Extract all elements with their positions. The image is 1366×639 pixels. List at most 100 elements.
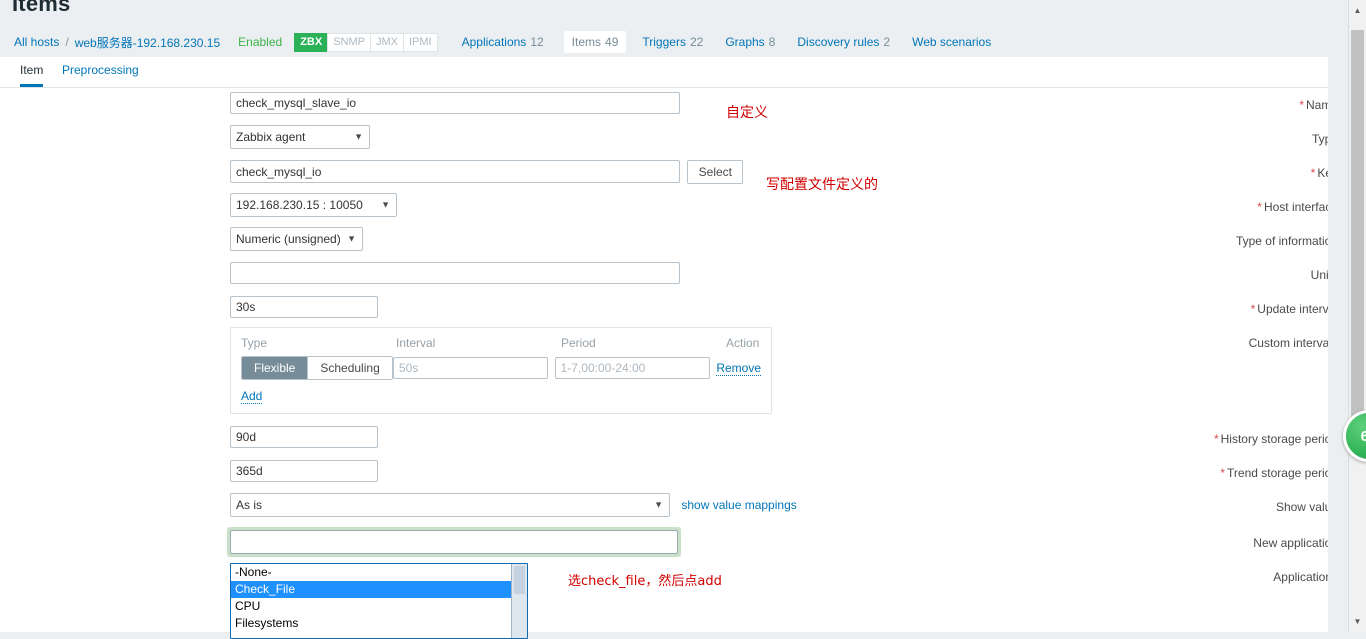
custom-interval-input[interactable] <box>392 357 548 379</box>
application-option-none[interactable]: -None- <box>231 564 527 581</box>
nav-tab-discovery-rules-count: 2 <box>883 35 891 49</box>
form-row-custom-intervals: Custom intervals Type Interval Period Ac… <box>0 326 1338 422</box>
tab-preprocessing[interactable]: Preprocessing <box>62 63 139 84</box>
form-row-history: * History storage period <box>0 422 1338 456</box>
trends-input[interactable] <box>230 460 378 482</box>
nav-tab-discovery-rules-label: Discovery rules <box>797 35 880 49</box>
page-title: Items <box>12 0 71 16</box>
required-marker-update-interval: * <box>1250 302 1256 316</box>
label-trends-text: Trend storage period <box>1227 466 1338 480</box>
nav-tab-triggers[interactable]: Triggers 22 <box>640 32 705 52</box>
interval-type-toggle: Flexible Scheduling <box>241 356 393 380</box>
breadcrumb-host[interactable]: web服务器-192.168.230.15 <box>75 34 220 51</box>
host-interface-select[interactable]: 192.168.230.15 : 10050 <box>230 193 397 217</box>
new-application-highlight <box>227 527 681 557</box>
col-header-period: Period <box>561 336 596 350</box>
application-option-cpu[interactable]: CPU <box>231 598 527 615</box>
col-header-type: Type <box>241 336 268 350</box>
label-host-interface-text: Host interface <box>1263 200 1338 214</box>
nav-tab-items[interactable]: Items 49 <box>563 31 627 53</box>
tab-item[interactable]: Item <box>20 63 44 87</box>
required-marker-host-interface: * <box>1257 200 1262 214</box>
applications-listbox[interactable]: -None- Check_File CPU Filesystems <box>230 563 528 639</box>
label-history-text: History storage period <box>1220 432 1338 446</box>
nav-tab-graphs-count: 8 <box>768 35 776 49</box>
form-row-type: Type Zabbix agent ▼ <box>0 122 1338 156</box>
form-row-units: Units <box>0 258 1338 292</box>
key-select-button[interactable]: Select <box>687 160 744 184</box>
label-history: * History storage period <box>1116 430 1338 448</box>
col-header-interval: Interval <box>396 336 436 350</box>
form-tab-bar: Item Preprocessing <box>0 57 1338 88</box>
entity-nav-tabs: Applications 12 Items 49 Triggers 22 Graphs… <box>460 31 1012 53</box>
host-interface-select-wrap: 192.168.230.15 : 10050 ▼ <box>230 193 397 217</box>
scroll-up-arrow-icon[interactable]: ▲ <box>1349 2 1366 19</box>
applications-listbox-scrollbar[interactable] <box>511 564 527 638</box>
form-row-new-application: New application <box>0 524 1338 560</box>
annotation-applications: 选check_file，然后点add <box>568 574 722 589</box>
custom-interval-row: Flexible Scheduling Remov <box>241 356 761 380</box>
custom-intervals-add-link[interactable]: Add <box>241 389 263 404</box>
nav-tab-discovery-rules[interactable]: Discovery rules 2 <box>795 32 892 52</box>
label-update-interval: * Update interval <box>1116 300 1338 318</box>
show-value-select[interactable]: As is <box>230 493 670 517</box>
history-input[interactable] <box>230 426 378 448</box>
label-host-interface: * Host interface <box>1116 198 1338 216</box>
update-interval-input[interactable] <box>230 296 378 318</box>
show-value-select-wrap: As is ▼ <box>230 493 670 517</box>
nav-tab-triggers-count: 22 <box>689 35 704 49</box>
units-input[interactable] <box>230 262 680 284</box>
zabbix-item-config-page: Items All hosts / web服务器-192.168.230.15 … <box>0 0 1366 639</box>
custom-intervals-header: Type Interval Period Action <box>241 336 761 350</box>
form-row-key: *Key Select <box>0 156 1338 190</box>
form-row-trends: * Trend storage period <box>0 456 1338 490</box>
nav-tab-web-scenarios[interactable]: Web scenarios <box>910 32 993 52</box>
application-option-filesystems[interactable]: Filesystems <box>231 615 527 632</box>
nav-tab-applications[interactable]: Applications 12 <box>460 32 546 52</box>
application-option-check-file[interactable]: Check_File <box>231 581 527 598</box>
label-name: * Name <box>1116 96 1338 114</box>
type-select[interactable]: Zabbix agent <box>230 125 370 149</box>
form-row-host-interface: * Host interface 192.168.230.15 : 10050 ▼ <box>0 190 1338 224</box>
page-scrollbar-thumb[interactable] <box>1351 30 1364 420</box>
label-update-interval-text: Update interval <box>1257 302 1338 316</box>
key-input[interactable] <box>230 160 680 183</box>
custom-intervals-add-wrap: Add <box>241 389 761 404</box>
interval-type-flexible[interactable]: Flexible <box>242 357 308 379</box>
page-scrollbar[interactable]: ▲ ▼ <box>1348 0 1366 632</box>
breadcrumb-separator: / <box>65 35 69 49</box>
nav-tab-graphs[interactable]: Graphs 8 <box>723 32 777 52</box>
scroll-down-arrow-icon[interactable]: ▼ <box>1349 613 1366 630</box>
name-input[interactable] <box>230 92 680 114</box>
label-type: Type <box>1311 132 1338 146</box>
nav-tab-web-scenarios-label: Web scenarios <box>912 35 992 49</box>
label-custom-intervals: Custom intervals <box>1248 336 1338 350</box>
label-new-application: New application <box>1253 536 1338 550</box>
item-form: *Name Type Zabbix agent ▼ <box>0 88 1338 639</box>
breadcrumb-all-hosts[interactable]: All hosts <box>14 35 59 49</box>
custom-interval-remove-link[interactable]: Remove <box>716 361 761 376</box>
interface-tag-jmx: JMX <box>369 32 403 52</box>
interface-tag-snmp: SNMP <box>327 32 370 52</box>
custom-interval-period-input[interactable] <box>554 357 710 379</box>
label-trends: * Trend storage period <box>1116 464 1338 482</box>
annotation-key: 写配置文件定义的 <box>766 177 878 193</box>
annotation-name: 自定义 <box>726 105 768 121</box>
info-type-select-wrap: Numeric (unsigned) ▼ <box>230 227 363 251</box>
show-value-mappings-link[interactable]: show value mappings <box>681 498 796 512</box>
page-gutter <box>1328 0 1349 632</box>
interval-type-scheduling[interactable]: Scheduling <box>307 357 392 379</box>
col-header-action: Action <box>726 336 760 350</box>
label-key: *Key <box>1116 164 1338 182</box>
new-application-input[interactable] <box>230 530 678 554</box>
info-type-select[interactable]: Numeric (unsigned) <box>230 227 363 251</box>
label-applications: Applications <box>1273 570 1338 584</box>
nav-tab-graphs-label: Graphs <box>725 35 765 49</box>
nav-tab-applications-label: Applications <box>461 35 527 49</box>
interface-tag-ipmi: IPMI <box>402 32 438 52</box>
form-row-show-value: Show value As is ▼ show value mappings <box>0 490 1338 524</box>
label-units: Units <box>1310 268 1338 282</box>
nav-tab-applications-count: 12 <box>530 35 544 49</box>
host-status[interactable]: Enabled <box>238 35 282 49</box>
applications-listbox-scrollbar-thumb[interactable] <box>514 566 525 594</box>
